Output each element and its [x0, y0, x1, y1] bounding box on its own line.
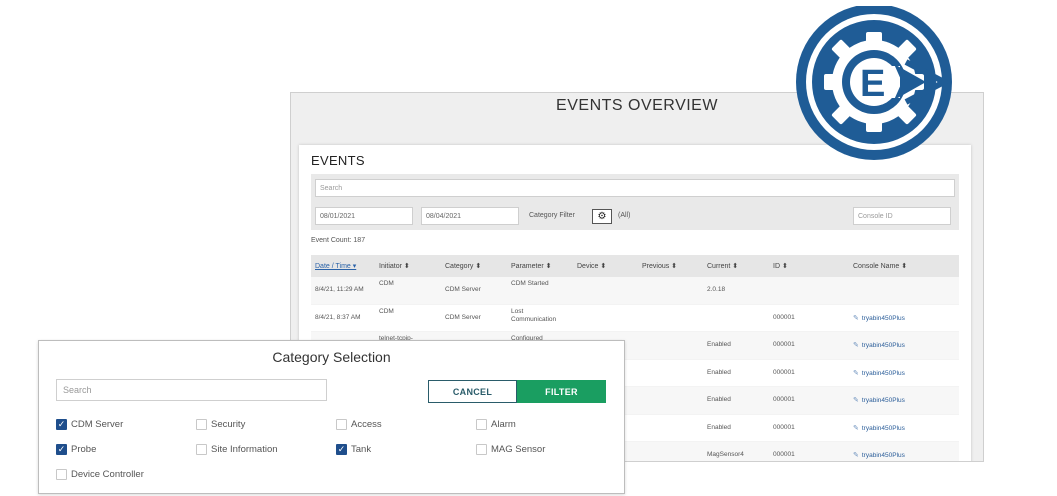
cell-category: CDM Server — [445, 286, 481, 293]
event-count: Event Count: 187 — [311, 237, 366, 244]
cell-console-name[interactable]: ✎ tryabin450Plus — [853, 341, 905, 349]
cell-console-name[interactable]: ✎ tryabin450Plus — [853, 396, 905, 404]
cell-id: 000001 — [773, 451, 795, 458]
cell-console-name[interactable]: ✎ tryabin450Plus — [853, 451, 905, 459]
category-option-label: Probe — [71, 444, 97, 455]
console-id-input[interactable]: Console ID — [853, 207, 951, 225]
cell-console-name[interactable]: ✎ tryabin450Plus — [853, 314, 905, 322]
cancel-button[interactable]: CANCEL — [428, 380, 517, 403]
link-icon: ✎ — [853, 452, 859, 459]
link-icon: ✎ — [853, 397, 859, 404]
cell-datetime: 8/4/21, 8:37 AM — [315, 313, 361, 321]
link-icon: ✎ — [853, 314, 859, 322]
category-option-tank[interactable]: ✓ Tank — [336, 444, 371, 455]
checkbox-unchecked-icon[interactable] — [196, 444, 207, 455]
link-icon: ✎ — [853, 342, 859, 349]
column-header-category[interactable]: Category ⬍ — [445, 262, 481, 270]
link-icon: ✎ — [853, 369, 859, 377]
cell-id: 000001 — [773, 341, 795, 348]
column-header-initiator[interactable]: Initiator ⬍ — [379, 262, 410, 270]
column-header-parameter[interactable]: Parameter ⬍ — [511, 262, 552, 270]
category-option-device-controller[interactable]: Device Controller — [56, 469, 144, 480]
checkbox-unchecked-icon[interactable] — [196, 419, 207, 430]
cell-current: Enabled — [707, 341, 731, 348]
filter-button[interactable]: FILTER — [517, 380, 606, 403]
checkbox-unchecked-icon[interactable] — [476, 419, 487, 430]
cell-datetime: 8/4/21, 11:29 AM — [315, 286, 364, 293]
cell-current: Enabled — [707, 396, 731, 403]
category-selection-dialog: Category Selection Search CANCEL FILTER … — [38, 340, 625, 494]
console-name-link[interactable]: tryabin450Plus — [862, 370, 905, 377]
cell-id: 000001 — [773, 313, 795, 321]
console-name-link[interactable]: tryabin450Plus — [862, 397, 905, 404]
cell-current: 2.0.18 — [707, 286, 726, 293]
cell-initiator: CDM — [379, 280, 394, 287]
checkbox-checked-icon[interactable]: ✓ — [56, 419, 67, 430]
category-option-site-information[interactable]: Site Information — [196, 444, 278, 455]
console-name-link[interactable]: tryabin450Plus — [862, 425, 905, 432]
column-header-id[interactable]: ID ⬍ — [773, 262, 788, 270]
console-name-link[interactable]: tryabin450Plus — [862, 452, 905, 459]
dialog-title: Category Selection — [272, 349, 391, 365]
table-row[interactable]: 8/4/21, 8:37 AM CDM CDM Server Lost Communi… — [311, 305, 959, 332]
svg-text:E: E — [860, 63, 885, 105]
category-option-label: Alarm — [491, 419, 516, 430]
column-header-device[interactable]: Device ⬍ — [577, 262, 606, 270]
cell-id: 000001 — [773, 396, 795, 403]
cell-current: MagSensor4 — [707, 451, 744, 458]
category-option-label: CDM Server — [71, 419, 124, 430]
cell-parameter: Lost Communication — [511, 307, 557, 323]
category-option-mag-sensor[interactable]: MAG Sensor — [476, 444, 545, 455]
gear-ex-logo-icon: E — [794, 4, 958, 164]
category-filter-value: (All) — [618, 212, 631, 219]
cell-parameter: CDM Started — [511, 280, 549, 287]
category-option-cdm-server[interactable]: ✓ CDM Server — [56, 419, 123, 430]
link-icon: ✎ — [853, 424, 859, 432]
category-option-label: MAG Sensor — [491, 444, 546, 455]
table-header: Date / Time ▾ Initiator ⬍ Category ⬍ Par… — [311, 255, 959, 277]
column-header-datetime[interactable]: Date / Time ▾ — [315, 262, 356, 270]
checkbox-unchecked-icon[interactable] — [56, 469, 67, 480]
column-header-current[interactable]: Current ⬍ — [707, 262, 738, 270]
cell-id: 000001 — [773, 423, 795, 431]
category-search-input[interactable]: Search — [56, 379, 327, 401]
category-option-label: Device Controller — [71, 469, 144, 480]
checkbox-unchecked-icon[interactable] — [336, 419, 347, 430]
console-name-link[interactable]: tryabin450Plus — [862, 315, 905, 322]
category-option-alarm[interactable]: Alarm — [476, 419, 516, 430]
category-option-label: Site Information — [211, 444, 278, 455]
cell-id: 000001 — [773, 368, 795, 376]
cell-console-name[interactable]: ✎ tryabin450Plus — [853, 369, 905, 377]
cell-current: Enabled — [707, 423, 731, 431]
cell-console-name[interactable]: ✎ tryabin450Plus — [853, 424, 905, 432]
date-from-input[interactable]: 08/01/2021 — [315, 207, 413, 225]
checkbox-checked-icon[interactable]: ✓ — [336, 444, 347, 455]
category-option-security[interactable]: Security — [196, 419, 245, 430]
checkbox-unchecked-icon[interactable] — [476, 444, 487, 455]
category-filter-button[interactable]: ⚙ — [592, 209, 612, 224]
gears-icon: ⚙ — [597, 210, 607, 222]
category-option-access[interactable]: Access — [336, 419, 382, 430]
category-filter-label: Category Filter — [529, 212, 575, 219]
category-option-label: Access — [351, 419, 382, 430]
checkbox-checked-icon[interactable]: ✓ — [56, 444, 67, 455]
category-option-label: Security — [211, 419, 246, 430]
cell-current: Enabled — [707, 368, 731, 376]
date-to-input[interactable]: 08/04/2021 — [421, 207, 519, 225]
column-header-previous[interactable]: Previous ⬍ — [642, 262, 677, 270]
category-option-label: Tank — [351, 444, 372, 455]
column-header-console-name[interactable]: Console Name ⬍ — [853, 262, 907, 270]
cell-category: CDM Server — [445, 313, 481, 321]
search-input[interactable]: Search — [315, 179, 955, 197]
console-name-link[interactable]: tryabin450Plus — [862, 342, 905, 349]
filter-toolbar: Search 08/01/2021 08/04/2021 Category Fi… — [311, 174, 959, 230]
table-row[interactable]: 8/4/21, 11:29 AM CDM CDM Server CDM Started… — [311, 277, 959, 305]
events-heading: EVENTS — [311, 153, 365, 168]
category-option-probe[interactable]: ✓ Probe — [56, 444, 96, 455]
cell-initiator: CDM — [379, 307, 394, 315]
